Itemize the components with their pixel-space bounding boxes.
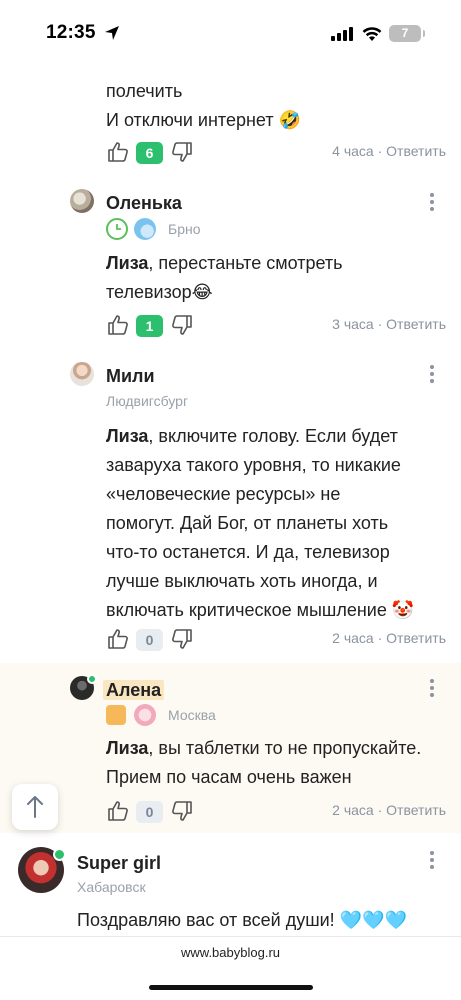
avatar[interactable]: [70, 362, 94, 386]
home-indicator[interactable]: [149, 985, 313, 990]
rating-count: 0: [136, 629, 163, 651]
comment-actions: 6 4 часа · Ответить: [106, 138, 446, 168]
comment-time: 4 часа: [332, 143, 374, 159]
author-name[interactable]: Алена: [103, 680, 165, 701]
reply-button[interactable]: Ответить: [386, 630, 446, 646]
comment-line: , перестаньте смотреть: [148, 253, 343, 273]
square-badge-icon: [106, 705, 126, 725]
scroll-to-top-button[interactable]: [12, 784, 58, 830]
author-name[interactable]: Super girl: [77, 853, 161, 874]
author-location: Москва: [168, 707, 216, 723]
arrow-up-icon: [27, 796, 43, 818]
mention[interactable]: Лиза: [106, 426, 148, 446]
comment-meta: 4 часа · Ответить: [332, 143, 446, 159]
status-time: 12:35: [46, 22, 96, 43]
more-options-icon[interactable]: [429, 679, 435, 703]
comment-time: 2 часа: [332, 630, 374, 646]
page-url[interactable]: www.babyblog.ru: [0, 945, 461, 960]
wifi-icon: [362, 27, 382, 41]
comment-line: полечить: [106, 81, 183, 101]
thumb-up-icon[interactable]: [106, 313, 130, 337]
comment-line: , включите голову. Если будет: [148, 426, 398, 446]
reply-button[interactable]: Ответить: [386, 316, 446, 332]
thumb-up-icon[interactable]: [106, 627, 130, 651]
comment-line: телевизор😂: [106, 282, 213, 302]
battery-tip: [423, 30, 425, 37]
reply-button[interactable]: Ответить: [386, 143, 446, 159]
comment-text: Лиза, включите голову. Если будет завару…: [106, 422, 414, 625]
reply-button[interactable]: Ответить: [386, 802, 446, 818]
baby-badge-icon: [134, 704, 156, 726]
more-options-icon[interactable]: [429, 193, 435, 217]
browser-bottom-bar: www.babyblog.ru: [0, 936, 461, 1000]
more-options-icon[interactable]: [429, 851, 435, 875]
comment-actions: 1 3 часа · Ответить: [106, 311, 446, 341]
rating-count: 1: [136, 315, 163, 337]
comment-time: 3 часа: [332, 316, 374, 332]
comment-text: полечить И отключи интернет 🤣: [106, 77, 301, 135]
thumb-down-icon[interactable]: [170, 799, 194, 823]
author-location: Хабаровск: [77, 879, 146, 895]
author-location: Брно: [168, 221, 201, 237]
rating-count: 0: [136, 801, 163, 823]
more-options-icon[interactable]: [429, 365, 435, 389]
comment-text: Лиза, перестаньте смотреть телевизор😂: [106, 249, 343, 307]
comment-actions: 0 2 часа · Ответить: [106, 797, 446, 827]
comment-meta: 3 часа · Ответить: [332, 316, 446, 332]
avatar[interactable]: [70, 189, 94, 213]
comment-line: Поздравляю вас от всей души! 🩵🩵🩵: [77, 910, 407, 930]
comment-line: заваруха такого уровня, то никакие: [106, 455, 401, 475]
mention[interactable]: Лиза: [106, 253, 148, 273]
thumb-down-icon[interactable]: [170, 313, 194, 337]
author-name[interactable]: Оленька: [106, 193, 182, 214]
comment-meta: 2 часа · Ответить: [332, 802, 446, 818]
thumb-down-icon[interactable]: [170, 627, 194, 651]
globe-badge-icon: [134, 218, 156, 240]
author-location: Людвигсбург: [106, 393, 189, 409]
comment-text: Поздравляю вас от всей души! 🩵🩵🩵: [77, 906, 407, 935]
comment-line: , вы таблетки то не пропускайте.: [148, 738, 422, 758]
comments-feed[interactable]: полечить И отключи интернет 🤣 6 4 часа ·…: [0, 62, 461, 936]
comment-line: лучше выключать хоть иногда, и: [106, 571, 378, 591]
author-name[interactable]: Мили: [106, 366, 155, 387]
battery-indicator: 7: [389, 25, 421, 42]
rating-count: 6: [136, 142, 163, 164]
thumb-down-icon[interactable]: [170, 140, 194, 164]
comment-time: 2 часа: [332, 802, 374, 818]
comment-line: помогут. Дай Бог, от планеты хоть: [106, 513, 389, 533]
comment-line: что-то останется. И да, телевизор: [106, 542, 390, 562]
thumb-up-icon[interactable]: [106, 140, 130, 164]
comment-line: включать критическое мышление 🤡: [106, 600, 415, 620]
online-indicator: [53, 848, 66, 861]
mention[interactable]: Лиза: [106, 738, 148, 758]
comment-line: И отключи интернет 🤣: [106, 110, 301, 130]
status-bar: 12:35 7: [0, 0, 461, 62]
comment-actions: 0 2 часа · Ответить: [106, 625, 446, 655]
comment-line: Прием по часам очень важен: [106, 767, 352, 787]
clock-badge-icon: [106, 218, 128, 240]
comment-text: Лиза, вы таблетки то не пропускайте. При…: [106, 734, 421, 792]
comment-line: «человеческие ресурсы» не: [106, 484, 341, 504]
cellular-signal-icon: [331, 27, 353, 41]
online-indicator: [87, 674, 97, 684]
thumb-up-icon[interactable]: [106, 799, 130, 823]
location-arrow-icon: [105, 26, 119, 40]
comment-meta: 2 часа · Ответить: [332, 630, 446, 646]
